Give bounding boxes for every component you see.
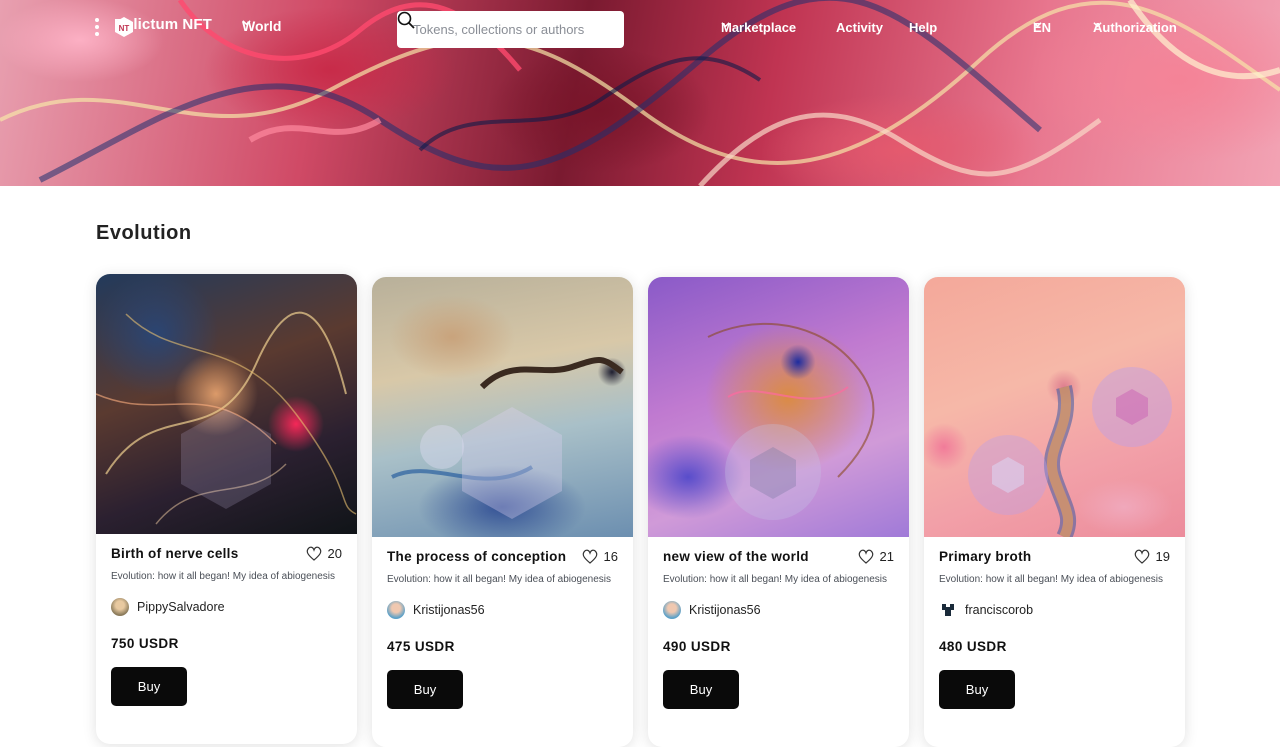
like-count: 16 (603, 549, 618, 564)
nft-title[interactable]: Primary broth (939, 549, 1129, 564)
search-input[interactable] (413, 22, 588, 37)
avatar (387, 601, 405, 619)
nft-title[interactable]: The process of conception (387, 549, 577, 564)
nft-artwork[interactable] (372, 277, 633, 537)
chevron-down-icon (1093, 22, 1102, 28)
nft-description: Evolution: how it all began! My idea of … (387, 574, 612, 585)
logo-icon: NT (115, 17, 133, 37)
brand-logo[interactable]: NT Relictum NFT (114, 16, 212, 37)
nav-activity[interactable]: Activity (836, 20, 883, 35)
nav-help-label: Help (909, 20, 938, 35)
like-count: 20 (327, 546, 342, 561)
nft-price: 480 USDR (939, 639, 1007, 654)
nft-card[interactable]: The process of conception 16 Evolution: … (372, 277, 633, 747)
search-icon[interactable] (397, 11, 415, 29)
artwork-lines (968, 367, 1172, 537)
nav-authorization-label: Authorization (1093, 20, 1177, 35)
nft-card[interactable]: new view of the world 21 Evolution: how … (648, 277, 909, 747)
author-link[interactable]: PippySalvadore (111, 598, 342, 616)
like-button[interactable]: 20 (306, 546, 342, 561)
section-title: Evolution (96, 222, 192, 244)
buy-button[interactable]: Buy (663, 670, 739, 709)
like-count: 21 (879, 549, 894, 564)
nft-price: 475 USDR (387, 639, 455, 654)
nft-artwork[interactable] (924, 277, 1185, 537)
chevron-down-icon (1033, 22, 1042, 28)
nft-artwork[interactable] (96, 274, 357, 534)
like-button[interactable]: 21 (858, 549, 894, 564)
language-selector[interactable]: EN (1033, 20, 1051, 35)
buy-button[interactable]: Buy (387, 670, 463, 709)
avatar (939, 601, 957, 619)
author-name: PippySalvadore (137, 600, 225, 614)
nft-price: 750 USDR (111, 636, 179, 651)
author-name: Kristijonas56 (413, 603, 485, 617)
svg-text:NT: NT (119, 24, 130, 33)
like-button[interactable]: 19 (1134, 549, 1170, 564)
nft-price: 490 USDR (663, 639, 731, 654)
menu-dots-icon[interactable] (91, 18, 103, 40)
heart-icon (858, 549, 873, 564)
nav-marketplace[interactable]: Marketplace (721, 20, 796, 35)
like-button[interactable]: 16 (582, 549, 618, 564)
author-link[interactable]: franciscorob (939, 601, 1170, 619)
like-count: 19 (1155, 549, 1170, 564)
search-bar (397, 11, 624, 48)
author-link[interactable]: Kristijonas56 (387, 601, 618, 619)
nft-artwork[interactable] (648, 277, 909, 537)
nft-card[interactable]: Birth of nerve cells 20 Evolution: how i… (96, 274, 357, 744)
artwork-lines (96, 311, 357, 525)
author-name: Kristijonas56 (689, 603, 761, 617)
buy-button[interactable]: Buy (939, 670, 1015, 709)
nav-help[interactable]: Help (909, 20, 937, 35)
avatar (663, 601, 681, 619)
chevron-down-icon (721, 22, 730, 28)
nav-activity-label: Activity (836, 20, 883, 35)
artwork-lines (707, 322, 875, 520)
nft-description: Evolution: how it all began! My idea of … (663, 574, 888, 585)
nft-title[interactable]: new view of the world (663, 549, 853, 564)
nav-marketplace-label: Marketplace (721, 20, 797, 35)
author-link[interactable]: Kristijonas56 (663, 601, 894, 619)
heart-icon (582, 549, 597, 564)
nav-authorization[interactable]: Authorization (1093, 20, 1177, 35)
nft-title[interactable]: Birth of nerve cells (111, 546, 301, 561)
chevron-down-icon (242, 20, 251, 26)
heart-icon (306, 546, 321, 561)
artwork-lines (391, 357, 624, 519)
nft-card[interactable]: Primary broth 19 Evolution: how it all b… (924, 277, 1185, 747)
avatar (111, 598, 129, 616)
network-selector[interactable]: World (242, 18, 281, 34)
buy-button[interactable]: Buy (111, 667, 187, 706)
hero-banner: NT Relictum NFT World Marketplace Activi… (0, 0, 1280, 186)
nft-description: Evolution: how it all began! My idea of … (939, 574, 1164, 585)
nft-description: Evolution: how it all began! My idea of … (111, 571, 336, 582)
author-name: franciscorob (965, 603, 1034, 617)
heart-icon (1134, 549, 1149, 564)
